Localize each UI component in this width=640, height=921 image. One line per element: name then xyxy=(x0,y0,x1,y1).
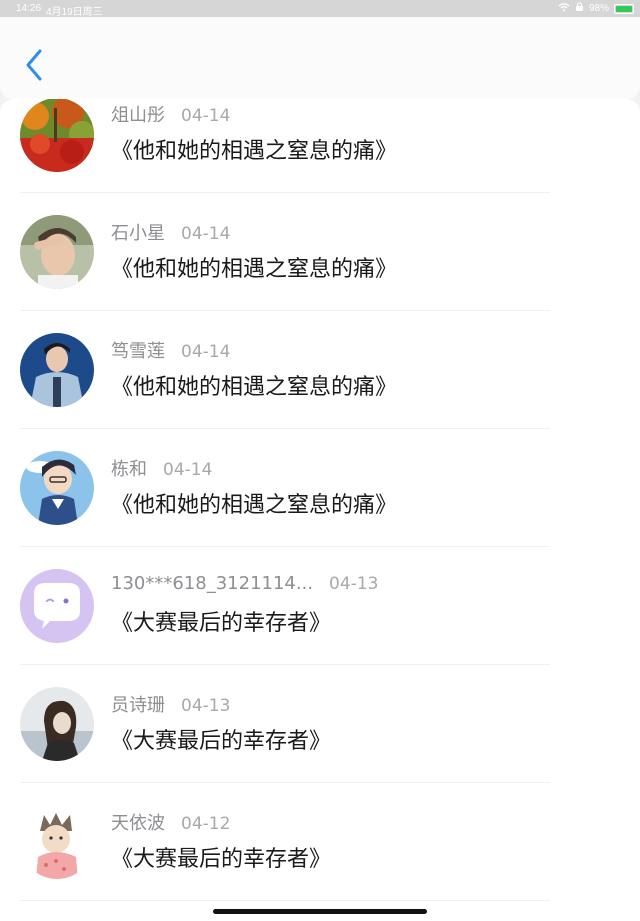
status-icons: 98% xyxy=(558,2,634,15)
story-title: 《他和她的相遇之窒息的痛》 xyxy=(111,375,398,400)
user-name: 石小星 xyxy=(111,223,165,244)
user-name: 笃雪莲 xyxy=(111,341,165,362)
list-item[interactable]: 石小星 04-14 《他和她的相遇之窒息的痛》 xyxy=(0,197,640,315)
story-title: 《大赛最后的幸存者》 xyxy=(111,847,332,872)
avatar xyxy=(20,333,94,407)
comment-date: 04-12 xyxy=(181,814,231,834)
avatar xyxy=(20,805,94,879)
back-button[interactable] xyxy=(20,47,50,83)
comment-date: 04-14 xyxy=(163,460,213,480)
avatar xyxy=(20,215,94,289)
list-item[interactable]: 笃雪莲 04-14 《他和她的相遇之窒息的痛》 xyxy=(0,315,640,433)
story-title: 《大赛最后的幸存者》 xyxy=(111,729,332,754)
divider xyxy=(20,900,550,901)
status-date: 4月19日周三 xyxy=(46,7,103,18)
user-name: 员诗珊 xyxy=(111,695,165,716)
story-title: 《他和她的相遇之窒息的痛》 xyxy=(111,493,398,518)
battery-percent: 98% xyxy=(588,3,609,14)
divider xyxy=(20,428,550,429)
divider xyxy=(20,192,550,193)
divider xyxy=(20,546,550,547)
battery-icon xyxy=(614,3,634,14)
lock-rotation-icon xyxy=(575,2,584,15)
comment-date: 04-14 xyxy=(181,224,231,244)
divider xyxy=(20,664,550,665)
divider xyxy=(20,310,550,311)
nav-header xyxy=(0,17,640,99)
list-item[interactable]: 130***618_3121114... 04-13 《大赛最后的幸存者》 xyxy=(0,551,640,669)
avatar xyxy=(20,569,94,643)
comment-date: 04-14 xyxy=(181,342,231,362)
comment-date: 04-14 xyxy=(181,106,231,126)
story-title: 《他和她的相遇之窒息的痛》 xyxy=(111,139,398,164)
user-name: 130***618_3121114... xyxy=(111,573,314,594)
list-item[interactable]: 俎山彤 04-14 《他和她的相遇之窒息的痛》 xyxy=(0,99,640,197)
home-indicator[interactable] xyxy=(213,909,427,914)
status-time: 14:26 xyxy=(16,3,42,14)
list-item[interactable]: 员诗珊 04-13 《大赛最后的幸存者》 xyxy=(0,669,640,787)
list-item[interactable]: 天依波 04-12 《大赛最后的幸存者》 xyxy=(0,787,640,905)
divider xyxy=(20,782,550,783)
avatar xyxy=(20,99,94,172)
list-item[interactable]: 栋和 04-14 《他和她的相遇之窒息的痛》 xyxy=(0,433,640,551)
chevron-left-icon xyxy=(26,49,42,81)
comment-date: 04-13 xyxy=(329,574,379,594)
story-title: 《他和她的相遇之窒息的痛》 xyxy=(111,257,398,282)
user-name: 俎山彤 xyxy=(111,105,165,126)
comment-list: 俎山彤 04-14 《他和她的相遇之窒息的痛》 石小星 04-14 《他和她的相遇之… xyxy=(0,99,640,921)
story-title: 《大赛最后的幸存者》 xyxy=(111,611,332,636)
avatar xyxy=(20,687,94,761)
wifi-icon xyxy=(558,2,570,15)
user-name: 天依波 xyxy=(111,813,165,834)
avatar xyxy=(20,451,94,525)
comment-date: 04-13 xyxy=(181,696,231,716)
status-bar: 14:26 4月19日周三 98% xyxy=(0,0,640,18)
user-name: 栋和 xyxy=(111,459,147,480)
